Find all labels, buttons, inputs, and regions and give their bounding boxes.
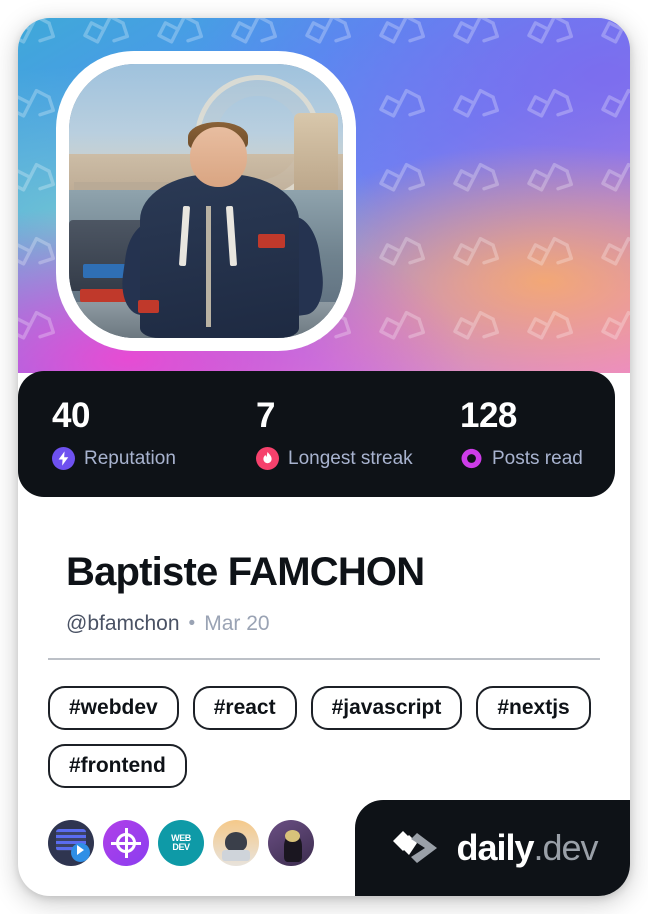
stat-value: 7 xyxy=(256,396,275,435)
stat-value: 40 xyxy=(52,396,90,435)
stat-posts-read: 128 Posts read xyxy=(426,398,583,470)
joined-date: Mar 20 xyxy=(204,612,270,635)
source-avatar-3[interactable]: WEB DEV xyxy=(158,820,204,866)
streak-flame-icon xyxy=(256,447,279,470)
avatar-image xyxy=(69,64,343,338)
tag-item[interactable]: #javascript xyxy=(310,686,463,730)
tag-item[interactable]: #frontend xyxy=(48,744,187,788)
profile-subline: @bfamchon • Mar 20 xyxy=(66,612,270,636)
divider xyxy=(48,658,600,660)
source-label-line2: DEV xyxy=(172,842,190,852)
source-avatar-4[interactable] xyxy=(213,820,259,866)
tag-item[interactable]: #nextjs xyxy=(476,686,591,730)
source-avatar-1[interactable] xyxy=(48,820,94,866)
stat-longest-streak: 7 Longest streak xyxy=(222,398,426,470)
reputation-bolt-icon xyxy=(52,447,75,470)
brand-name: daily xyxy=(456,827,534,868)
top-sources: WEB DEV xyxy=(48,820,314,866)
tag-item[interactable]: #webdev xyxy=(48,686,179,730)
daily-dev-wordmark: daily.dev xyxy=(456,827,599,869)
tag-item[interactable]: #react xyxy=(192,686,297,730)
stats-bar: 40 Reputation 7 Longest streak 128 Posts… xyxy=(18,371,615,497)
devcard: 40 Reputation 7 Longest streak 128 Posts… xyxy=(18,18,630,896)
tag-list: #webdev #react #javascript #nextjs #fron… xyxy=(48,686,608,788)
separator-dot: • xyxy=(188,613,196,634)
posts-read-eye-icon xyxy=(461,448,482,469)
daily-dev-branding: daily.dev xyxy=(355,800,630,896)
profile-name: Baptiste FAMCHON xyxy=(66,550,425,594)
stat-label: Posts read xyxy=(492,447,583,469)
avatar xyxy=(56,51,356,351)
stat-value: 128 xyxy=(460,396,517,435)
source-avatar-2[interactable] xyxy=(103,820,149,866)
source-avatar-5[interactable] xyxy=(268,820,314,866)
stat-label: Longest streak xyxy=(288,447,413,469)
daily-dev-chevron-mark-icon xyxy=(393,831,438,863)
brand-suffix: .dev xyxy=(533,827,599,868)
stat-reputation: 40 Reputation xyxy=(18,398,222,470)
stat-label: Reputation xyxy=(84,447,176,469)
profile-handle: @bfamchon xyxy=(66,612,180,635)
